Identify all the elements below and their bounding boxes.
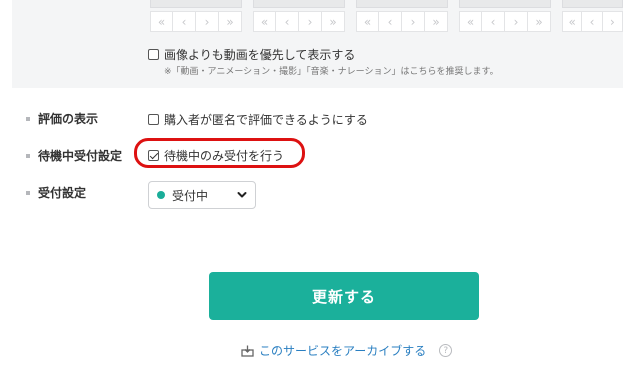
prefer-video-option[interactable]: 画像よりも動画を優先して表示する [148,46,355,63]
thumbnail-nav: « ‹ › » [253,11,345,32]
help-icon[interactable]: ? [439,344,453,357]
rating-row-label: 評価の表示 [26,110,98,127]
thumbnail-slot: « ‹ › » [356,0,448,32]
thumbnail-slot: « ‹ › [562,0,623,32]
anonymous-rating-label: 購入者が匿名で評価できるようにする [164,113,368,127]
move-last-button[interactable]: » [425,11,448,32]
move-first-button[interactable]: « [459,11,482,32]
move-first-button[interactable]: « [150,11,173,32]
move-last-button[interactable]: » [528,11,551,32]
row-bullet-icon [26,190,30,195]
highlight-annotation [134,138,305,168]
prefer-video-checkbox[interactable] [148,49,159,60]
anonymous-rating-option[interactable]: 購入者が匿名で評価できるようにする [148,111,368,128]
thumbnail-nav: « ‹ › » [150,11,242,32]
move-prev-button[interactable]: ‹ [173,11,196,32]
thumbnail-image[interactable] [562,0,623,8]
thumbnail-image[interactable] [253,0,345,8]
archive-row: このサービスをアーカイブする ? [241,342,453,359]
thumbnail-slots: « ‹ › » « ‹ › » « ‹ › » « ‹ › » « ‹ › [150,0,623,33]
move-last-button[interactable]: » [219,11,242,32]
row-bullet-icon [26,116,30,121]
rating-label: 評価の表示 [38,112,99,126]
update-button[interactable]: 更新する [209,272,479,320]
thumbnail-image[interactable] [459,0,551,8]
reception-label: 受付設定 [38,186,87,200]
reception-status-value: 受付中 [172,188,209,203]
waiting-label: 待機中受付設定 [38,149,123,163]
reception-row-label: 受付設定 [26,184,86,201]
settings-page: « ‹ › » « ‹ › » « ‹ › » « ‹ › » « ‹ › 画像… [0,0,623,381]
thumbnail-slot: « ‹ › » [150,0,242,32]
thumbnail-nav: « ‹ › » [356,11,448,32]
reception-status-select[interactable]: 受付中 [148,181,256,209]
thumbnail-nav: « ‹ › [562,11,623,32]
move-prev-button[interactable]: ‹ [379,11,402,32]
row-bullet-icon [26,153,30,158]
status-dot-icon [157,191,165,199]
thumbnail-slot: « ‹ › » [459,0,551,32]
waiting-row-label: 待機中受付設定 [26,147,122,164]
archive-icon [241,345,254,357]
move-first-button[interactable]: « [562,11,583,32]
move-last-button[interactable]: » [322,11,345,32]
thumbnail-nav: « ‹ › » [459,11,551,32]
move-next-button[interactable]: › [402,11,425,32]
move-next-button[interactable]: › [299,11,322,32]
move-next-button[interactable]: › [505,11,528,32]
thumbnail-image[interactable] [356,0,448,8]
prefer-video-note: ※「動画・アニメーション・撮影」「音楽・ナレーション」はこちらを推奨します。 [164,67,499,77]
prefer-video-label: 画像よりも動画を優先して表示する [164,48,356,62]
move-prev-button[interactable]: ‹ [482,11,505,32]
move-next-button[interactable]: › [602,11,623,32]
move-first-button[interactable]: « [356,11,379,32]
move-prev-button[interactable]: ‹ [582,11,603,32]
anonymous-rating-checkbox[interactable] [148,114,159,125]
move-prev-button[interactable]: ‹ [276,11,299,32]
archive-service-link[interactable]: このサービスをアーカイブする [259,342,426,359]
thumbnail-slot: « ‹ › » [253,0,345,32]
move-next-button[interactable]: › [196,11,219,32]
thumbnail-image[interactable] [150,0,242,8]
move-first-button[interactable]: « [253,11,276,32]
chevron-down-icon [237,192,247,198]
